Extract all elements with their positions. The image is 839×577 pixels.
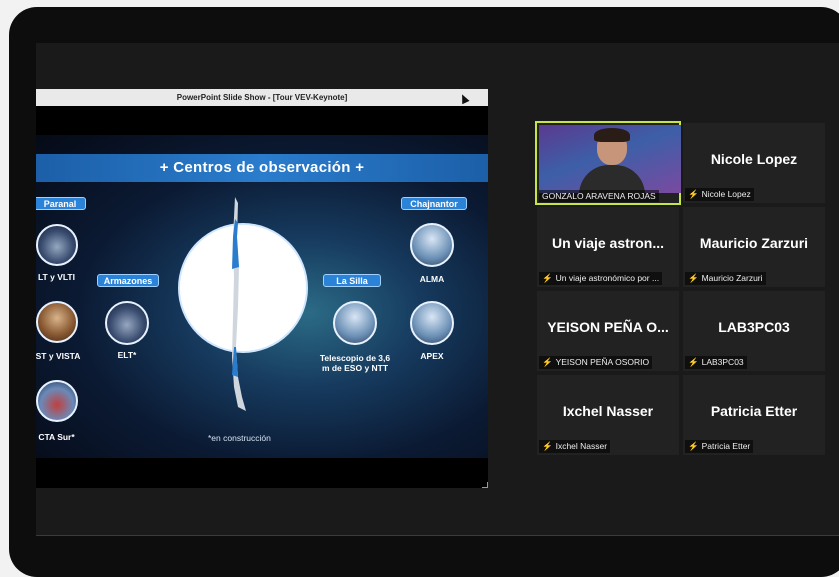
participant-tile-7[interactable]: Ixchel Nasser ⚡ Ixchel Nasser: [537, 375, 679, 455]
participant-display-name: Un viaje astron...: [551, 235, 665, 251]
label-eso36: Telescopio de 3,6 m de ESO y NTT: [319, 353, 391, 373]
participant-tile-8[interactable]: Patricia Etter ⚡ Patricia Etter: [683, 375, 825, 455]
participant-display-name: LAB3PC03: [718, 319, 790, 335]
participant-display-name: Mauricio Zarzuri: [699, 235, 809, 251]
participant-video: [539, 125, 681, 195]
participant-tile-5[interactable]: YEISON PEÑA O... ⚡ YEISON PEÑA OSORIO: [537, 291, 679, 371]
label-apex: APEX: [420, 351, 444, 361]
label-vlt: LT y VLTI: [38, 272, 75, 282]
person-hair: [594, 128, 630, 142]
region-paranal: Paranal: [36, 197, 86, 210]
participant-name: LAB3PC03: [701, 357, 744, 367]
participant-name-label: ⚡ LAB3PC03: [685, 356, 747, 369]
participant-display-name: Ixchel Nasser: [562, 403, 654, 419]
elt-photo-icon: [105, 301, 149, 345]
participant-name: YEISON PEÑA OSORIO: [555, 357, 650, 367]
shared-screen[interactable]: PowerPoint Slide Show - [Tour VEV-Keynot…: [36, 89, 488, 488]
participant-name-label: ⚡ Patricia Etter: [685, 440, 754, 453]
apex-photo-icon: [410, 301, 454, 345]
label-elt: ELT*: [117, 350, 137, 360]
region-chajnantor: Chajnantor: [401, 197, 467, 210]
microphone-muted-icon: ⚡: [542, 273, 553, 283]
participant-tile-1[interactable]: GONZALO ARAVENA ROJAS: [535, 121, 681, 205]
participant-name-label: ⚡ Mauricio Zarzuri: [685, 272, 766, 285]
participant-tile-4[interactable]: Mauricio Zarzuri ⚡ Mauricio Zarzuri: [683, 207, 825, 287]
participant-name: Mauricio Zarzuri: [701, 273, 763, 283]
participant-name: Ixchel Nasser: [555, 441, 608, 451]
label-alma: ALMA: [419, 274, 445, 284]
participant-display-name: YEISON PEÑA O...: [547, 319, 669, 335]
chile-map-icon: [232, 197, 246, 411]
participant-name-label: ⚡ Ixchel Nasser: [539, 440, 611, 453]
microphone-muted-icon: ⚡: [542, 441, 553, 451]
cta-photo-icon: [36, 380, 78, 422]
participant-name: Un viaje astronómico por ...: [555, 273, 660, 283]
eso36-photo-icon: [333, 301, 377, 345]
window-title: PowerPoint Slide Show - [Tour VEV-Keynot…: [36, 89, 488, 106]
alma-photo-icon: [410, 223, 454, 267]
participant-name-label: ⚡ YEISON PEÑA OSORIO: [539, 356, 653, 369]
participant-display-name: Patricia Etter: [710, 403, 798, 419]
participant-tile-3[interactable]: Un viaje astron... ⚡ Un viaje astronómico…: [537, 207, 679, 287]
participant-name: Patricia Etter: [701, 441, 751, 451]
microphone-muted-icon: ⚡: [688, 189, 699, 199]
label-cta: CTA Sur*: [38, 432, 75, 442]
microphone-muted-icon: ⚡: [688, 357, 699, 367]
region-la-silla: La Silla: [323, 274, 381, 287]
divider: [36, 535, 839, 536]
vlt-photo-icon: [36, 224, 78, 266]
region-armazones: Armazones: [97, 274, 159, 287]
microphone-muted-icon: ⚡: [688, 441, 699, 451]
footnote: *en construcción: [208, 433, 271, 443]
microphone-muted-icon: ⚡: [542, 357, 553, 367]
participant-display-name: Nicole Lopez: [710, 151, 798, 167]
resize-handle-icon[interactable]: [482, 482, 488, 488]
participant-name: Nicole Lopez: [701, 189, 751, 199]
participant-name-label: ⚡ Un viaje astronómico por ...: [539, 272, 663, 285]
participant-tile-2[interactable]: Nicole Lopez ⚡ Nicole Lopez: [683, 123, 825, 203]
slide: + Centros de observación + Paranal LT y …: [36, 135, 488, 458]
microphone-muted-icon: ⚡: [688, 273, 699, 283]
participant-tile-6[interactable]: LAB3PC03 ⚡ LAB3PC03: [683, 291, 825, 371]
slide-title: + Centros de observación +: [36, 154, 488, 182]
participant-name: GONZALO ARAVENA ROJAS: [539, 190, 659, 202]
label-vista: ST y VISTA: [36, 351, 81, 361]
vista-photo-icon: [36, 301, 78, 343]
participant-name-label: ⚡ Nicole Lopez: [685, 188, 754, 201]
